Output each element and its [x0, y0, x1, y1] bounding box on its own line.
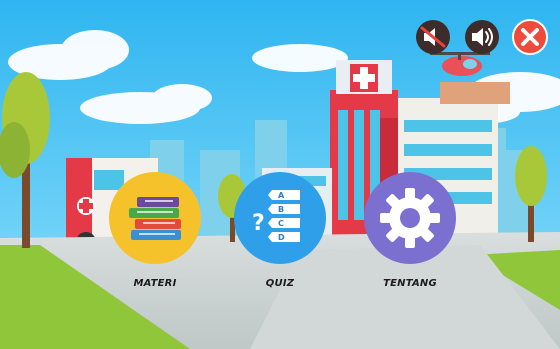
quiz-label: QUIZ	[265, 278, 295, 289]
books-icon	[109, 172, 201, 264]
quiz-option-c: C	[278, 219, 284, 228]
materi-circle	[109, 172, 201, 264]
tentang-circle	[364, 172, 456, 264]
close-button[interactable]	[512, 19, 548, 55]
close-icon	[512, 19, 548, 55]
gear-icon	[364, 172, 456, 264]
main-menu-screen: MATERI ? A B C D QUIZ TENTANG	[0, 0, 560, 349]
quiz-option-d: D	[278, 233, 285, 242]
sound-button[interactable]	[464, 19, 500, 55]
quiz-options-icon: ? A B C D	[234, 172, 326, 264]
tentang-label: TENTANG	[383, 278, 437, 289]
quiz-option-b: B	[278, 205, 284, 214]
speaker-on-icon	[465, 20, 499, 54]
speaker-muted-icon	[416, 20, 450, 54]
quiz-option-a: A	[278, 191, 285, 200]
materi-label: MATERI	[133, 278, 177, 289]
quiz-mark: ?	[252, 211, 265, 236]
materi-button[interactable]: MATERI	[109, 172, 201, 300]
quiz-button[interactable]: ? A B C D QUIZ	[234, 172, 326, 300]
tentang-button[interactable]: TENTANG	[364, 172, 456, 300]
mute-button[interactable]	[415, 19, 451, 55]
quiz-circle: ? A B C D	[234, 172, 326, 264]
